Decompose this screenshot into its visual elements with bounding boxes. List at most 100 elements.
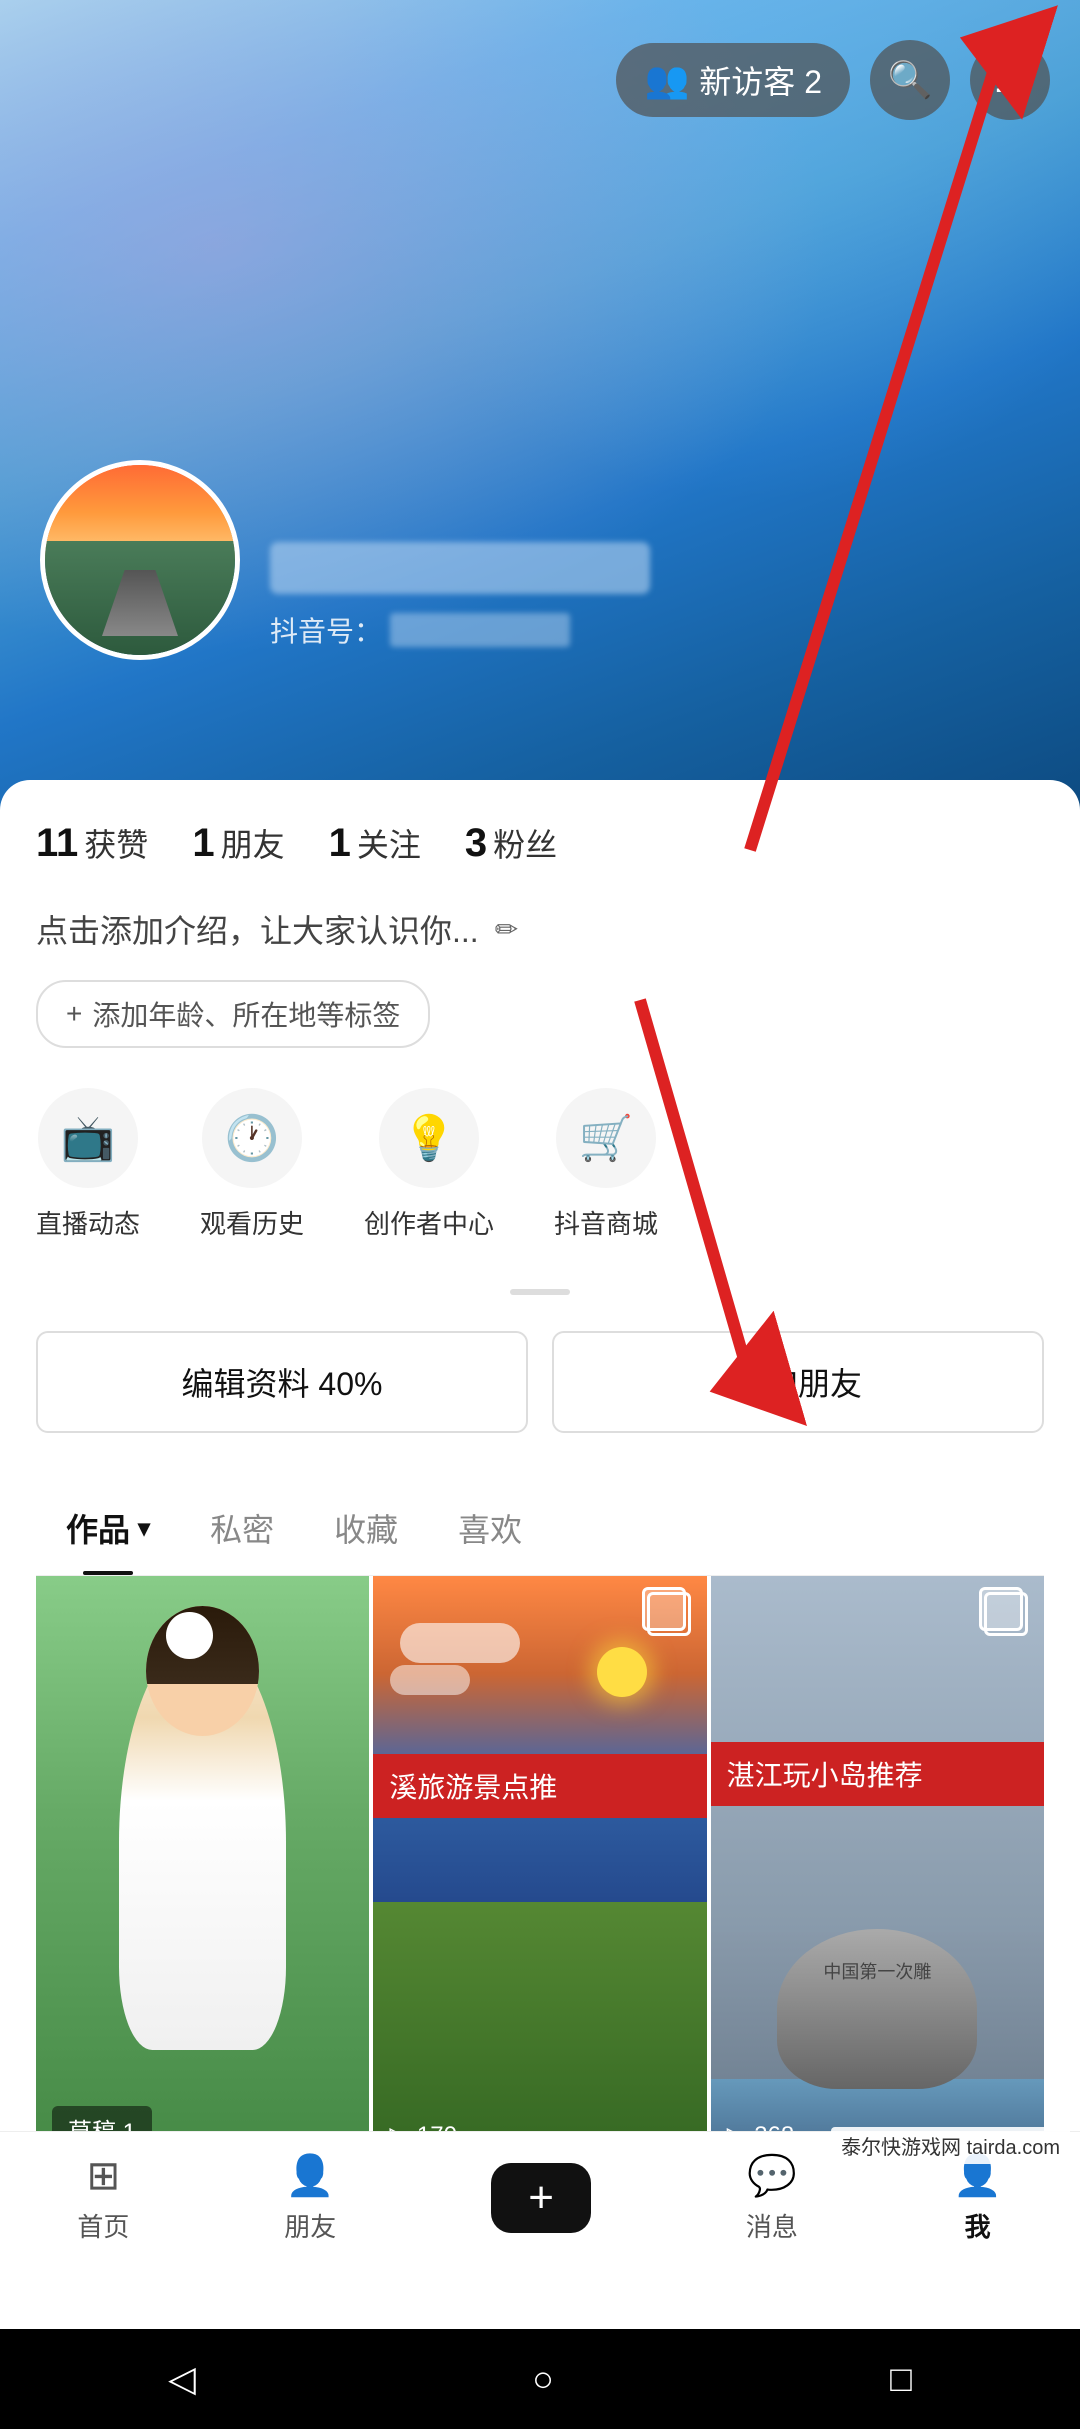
tab-private[interactable]: 私密 xyxy=(180,1481,304,1575)
android-home-icon: ○ xyxy=(532,2358,554,2399)
item2-cloud2 xyxy=(390,1665,470,1695)
scroll-indicator xyxy=(510,1289,570,1295)
search-icon: 🔍 xyxy=(888,59,933,101)
item2-red-banner: 溪旅游景点推 xyxy=(373,1754,706,1818)
item3-rock: 中国第一次雕 xyxy=(777,1929,977,2089)
nav-plus-icon: + xyxy=(491,2163,591,2233)
item2-multi-icon xyxy=(647,1592,691,1636)
grid-item-1[interactable]: 草稿 1 xyxy=(36,1576,369,2169)
nav-messages[interactable]: 💬 消息 xyxy=(746,2152,798,2244)
avatar-area: 抖音号： xyxy=(40,460,650,660)
item3-multi-icon xyxy=(984,1592,1028,1636)
tab-favorites[interactable]: 收藏 xyxy=(304,1481,428,1575)
page-wrapper: 👥 新访客 2 🔍 ☰ 抖音号： xyxy=(0,0,1080,2429)
android-nav-bar: ◁ ○ □ xyxy=(0,2329,1080,2429)
search-button[interactable]: 🔍 xyxy=(870,40,950,120)
stat-followers[interactable]: 3 粉丝 xyxy=(465,820,557,866)
nav-plus-button[interactable]: + xyxy=(491,2163,591,2233)
action-buttons: 编辑资料 40% 添加朋友 xyxy=(36,1331,1044,1433)
banner-background xyxy=(0,0,1080,820)
quick-action-shop[interactable]: 🛒 抖音商城 xyxy=(554,1088,658,1241)
item3-banner-text: 湛江玩小岛推荐 xyxy=(727,1760,923,1791)
bio-row[interactable]: 点击添加介绍，让大家认识你... ✏ xyxy=(36,906,1044,952)
android-recent-button[interactable]: □ xyxy=(890,2358,912,2400)
nav-home-label: 首页 xyxy=(77,2207,129,2244)
edit-profile-label: 编辑资料 40% xyxy=(182,1366,383,1402)
nav-friends[interactable]: 👤 朋友 xyxy=(284,2152,336,2244)
visitor-button[interactable]: 👥 新访客 2 xyxy=(616,43,850,117)
visitor-label: 新访客 2 xyxy=(699,57,822,103)
quick-action-live[interactable]: 📺 直播动态 xyxy=(36,1088,140,1241)
android-back-button[interactable]: ◁ xyxy=(168,2358,196,2400)
android-back-icon: ◁ xyxy=(168,2358,196,2399)
douyin-id-blurred xyxy=(390,613,570,647)
nav-home-icon: ⊞ xyxy=(87,2153,121,2199)
creator-icon: 💡 xyxy=(379,1088,479,1188)
edit-bio-icon: ✏ xyxy=(495,913,518,946)
history-icon: 🕐 xyxy=(202,1088,302,1188)
edit-profile-button[interactable]: 编辑资料 40% xyxy=(36,1331,528,1433)
quick-action-history[interactable]: 🕐 观看历史 xyxy=(200,1088,304,1241)
tab-likes-label: 喜欢 xyxy=(458,1505,522,1551)
nav-friends-label: 朋友 xyxy=(284,2207,336,2244)
top-bar: 👥 新访客 2 🔍 ☰ xyxy=(616,40,1050,120)
stat-followers-label: 粉丝 xyxy=(493,820,557,866)
stat-following-num: 1 xyxy=(329,821,351,866)
nav-friends-icon: 👤 xyxy=(285,2152,335,2199)
live-label: 直播动态 xyxy=(36,1204,140,1241)
add-tag-button[interactable]: + 添加年龄、所在地等标签 xyxy=(36,980,430,1048)
creator-label: 创作者中心 xyxy=(364,1204,494,1241)
nav-me[interactable]: 👤 我 xyxy=(953,2152,1003,2244)
stat-likes-num: 11 xyxy=(36,821,78,866)
quick-actions: 📺 直播动态 🕐 观看历史 💡 创作者中心 🛒 抖音商城 xyxy=(36,1088,1044,1241)
grid-item-3[interactable]: 中国第一次雕 湛江玩小岛推荐 ▷ 368 xyxy=(711,1576,1044,2169)
tab-private-label: 私密 xyxy=(210,1505,274,1551)
stats-row: 11 获赞 1 朋友 1 关注 3 粉丝 xyxy=(36,820,1044,866)
shop-label: 抖音商城 xyxy=(554,1204,658,1241)
nav-messages-label: 消息 xyxy=(746,2207,798,2244)
item2-banner-text: 溪旅游景点推 xyxy=(389,1772,557,1803)
tab-works[interactable]: 作品 ▾ xyxy=(36,1481,180,1575)
username-blurred xyxy=(270,542,650,594)
username-area: 抖音号： xyxy=(270,542,650,660)
stat-likes-label: 获赞 xyxy=(84,820,148,866)
grid-item-2[interactable]: 溪旅游景点推 ▷ 170 xyxy=(373,1576,706,2169)
tab-likes[interactable]: 喜欢 xyxy=(428,1481,552,1575)
item3-red-banner: 湛江玩小岛推荐 xyxy=(711,1742,1044,1806)
add-friend-button[interactable]: 添加朋友 xyxy=(552,1331,1044,1433)
profile-banner: 👥 新访客 2 🔍 ☰ 抖音号： xyxy=(0,0,1080,820)
avatar-image xyxy=(45,465,235,655)
stat-following-label: 关注 xyxy=(357,820,421,866)
nav-messages-icon: 💬 xyxy=(747,2152,797,2199)
watermark-text: 泰尔快游戏网 tairda.com xyxy=(841,2137,1060,2159)
watermark: 泰尔快游戏网 tairda.com xyxy=(831,2127,1070,2164)
douyin-id: 抖音号： xyxy=(270,610,650,650)
tag-plus-icon: + xyxy=(66,998,82,1030)
stat-friends-label: 朋友 xyxy=(221,820,285,866)
tag-label: 添加年龄、所在地等标签 xyxy=(92,994,400,1034)
stat-following[interactable]: 1 关注 xyxy=(329,820,421,866)
android-recent-icon: □ xyxy=(890,2358,912,2399)
tabs-row: 作品 ▾ 私密 收藏 喜欢 xyxy=(36,1481,1044,1576)
douyin-id-prefix: 抖音号： xyxy=(270,610,382,650)
menu-icon: ☰ xyxy=(994,59,1026,101)
live-icon: 📺 xyxy=(38,1088,138,1188)
quick-action-creator[interactable]: 💡 创作者中心 xyxy=(364,1088,494,1241)
avatar[interactable] xyxy=(40,460,240,660)
tab-works-label: 作品 xyxy=(66,1505,130,1551)
content-grid: 草稿 1 溪旅游景点推 ▷ 170 xyxy=(36,1576,1044,2169)
nav-me-label: 我 xyxy=(965,2207,991,2244)
visitor-icon: 👥 xyxy=(644,59,689,101)
stat-friends-num: 1 xyxy=(192,821,214,866)
item2-sun xyxy=(597,1647,647,1697)
android-home-button[interactable]: ○ xyxy=(532,2358,554,2400)
tab-favorites-label: 收藏 xyxy=(334,1505,398,1551)
item1-flower xyxy=(166,1612,213,1659)
stat-likes[interactable]: 11 获赞 xyxy=(36,820,148,866)
nav-home[interactable]: ⊞ 首页 xyxy=(77,2153,129,2244)
add-friend-label: 添加朋友 xyxy=(734,1366,862,1402)
tab-arrow-icon: ▾ xyxy=(138,1514,150,1543)
menu-button[interactable]: ☰ xyxy=(970,40,1050,120)
stat-friends[interactable]: 1 朋友 xyxy=(192,820,284,866)
item2-cloud1 xyxy=(400,1623,520,1663)
